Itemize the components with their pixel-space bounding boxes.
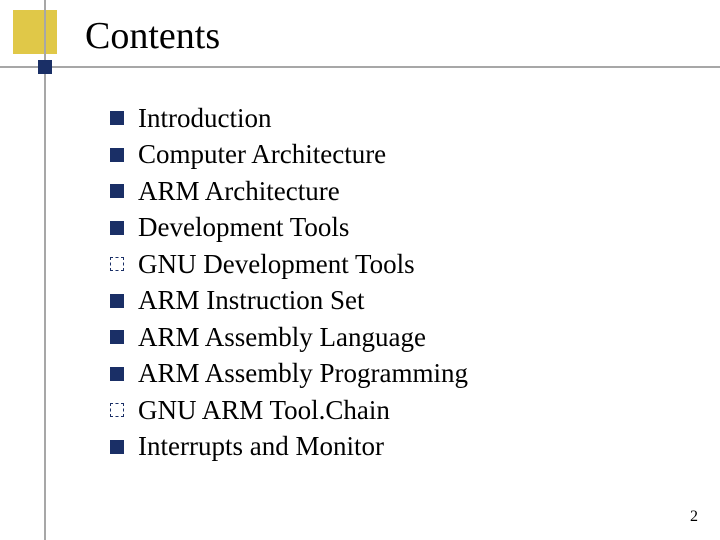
list-item-label: Computer Architecture [138, 139, 386, 170]
list-item: ARM Instruction Set [110, 283, 468, 320]
list-item: Development Tools [110, 210, 468, 247]
list-item-label: GNU ARM Tool.Chain [138, 395, 390, 426]
square-bullet-icon [110, 294, 124, 308]
list-item: Introduction [110, 100, 468, 137]
square-bullet-icon [110, 257, 124, 271]
list-item-label: GNU Development Tools [138, 249, 415, 280]
list-item-label: ARM Instruction Set [138, 285, 365, 316]
square-bullet-icon [110, 403, 124, 417]
list-item: ARM Architecture [110, 173, 468, 210]
page-number: 2 [690, 508, 698, 526]
decor-navy-square [38, 60, 52, 74]
square-bullet-icon [110, 148, 124, 162]
list-item-label: ARM Assembly Programming [138, 358, 468, 389]
decor-gold-square [13, 10, 57, 54]
contents-list: Introduction Computer Architecture ARM A… [110, 100, 468, 465]
list-item: ARM Assembly Language [110, 319, 468, 356]
list-item: Interrupts and Monitor [110, 429, 468, 466]
square-bullet-icon [110, 221, 124, 235]
list-item: Computer Architecture [110, 137, 468, 174]
decor-horizontal-rule [0, 66, 720, 68]
list-item-label: ARM Architecture [138, 176, 340, 207]
decor-vertical-rule [44, 0, 46, 540]
list-item-label: ARM Assembly Language [138, 322, 426, 353]
list-item-label: Interrupts and Monitor [138, 431, 384, 462]
square-bullet-icon [110, 184, 124, 198]
list-item: ARM Assembly Programming [110, 356, 468, 393]
square-bullet-icon [110, 330, 124, 344]
square-bullet-icon [110, 367, 124, 381]
page-title: Contents [85, 14, 220, 58]
list-item-label: Introduction [138, 103, 271, 134]
square-bullet-icon [110, 111, 124, 125]
list-item-label: Development Tools [138, 212, 349, 243]
list-item: GNU ARM Tool.Chain [110, 392, 468, 429]
square-bullet-icon [110, 440, 124, 454]
list-item: GNU Development Tools [110, 246, 468, 283]
